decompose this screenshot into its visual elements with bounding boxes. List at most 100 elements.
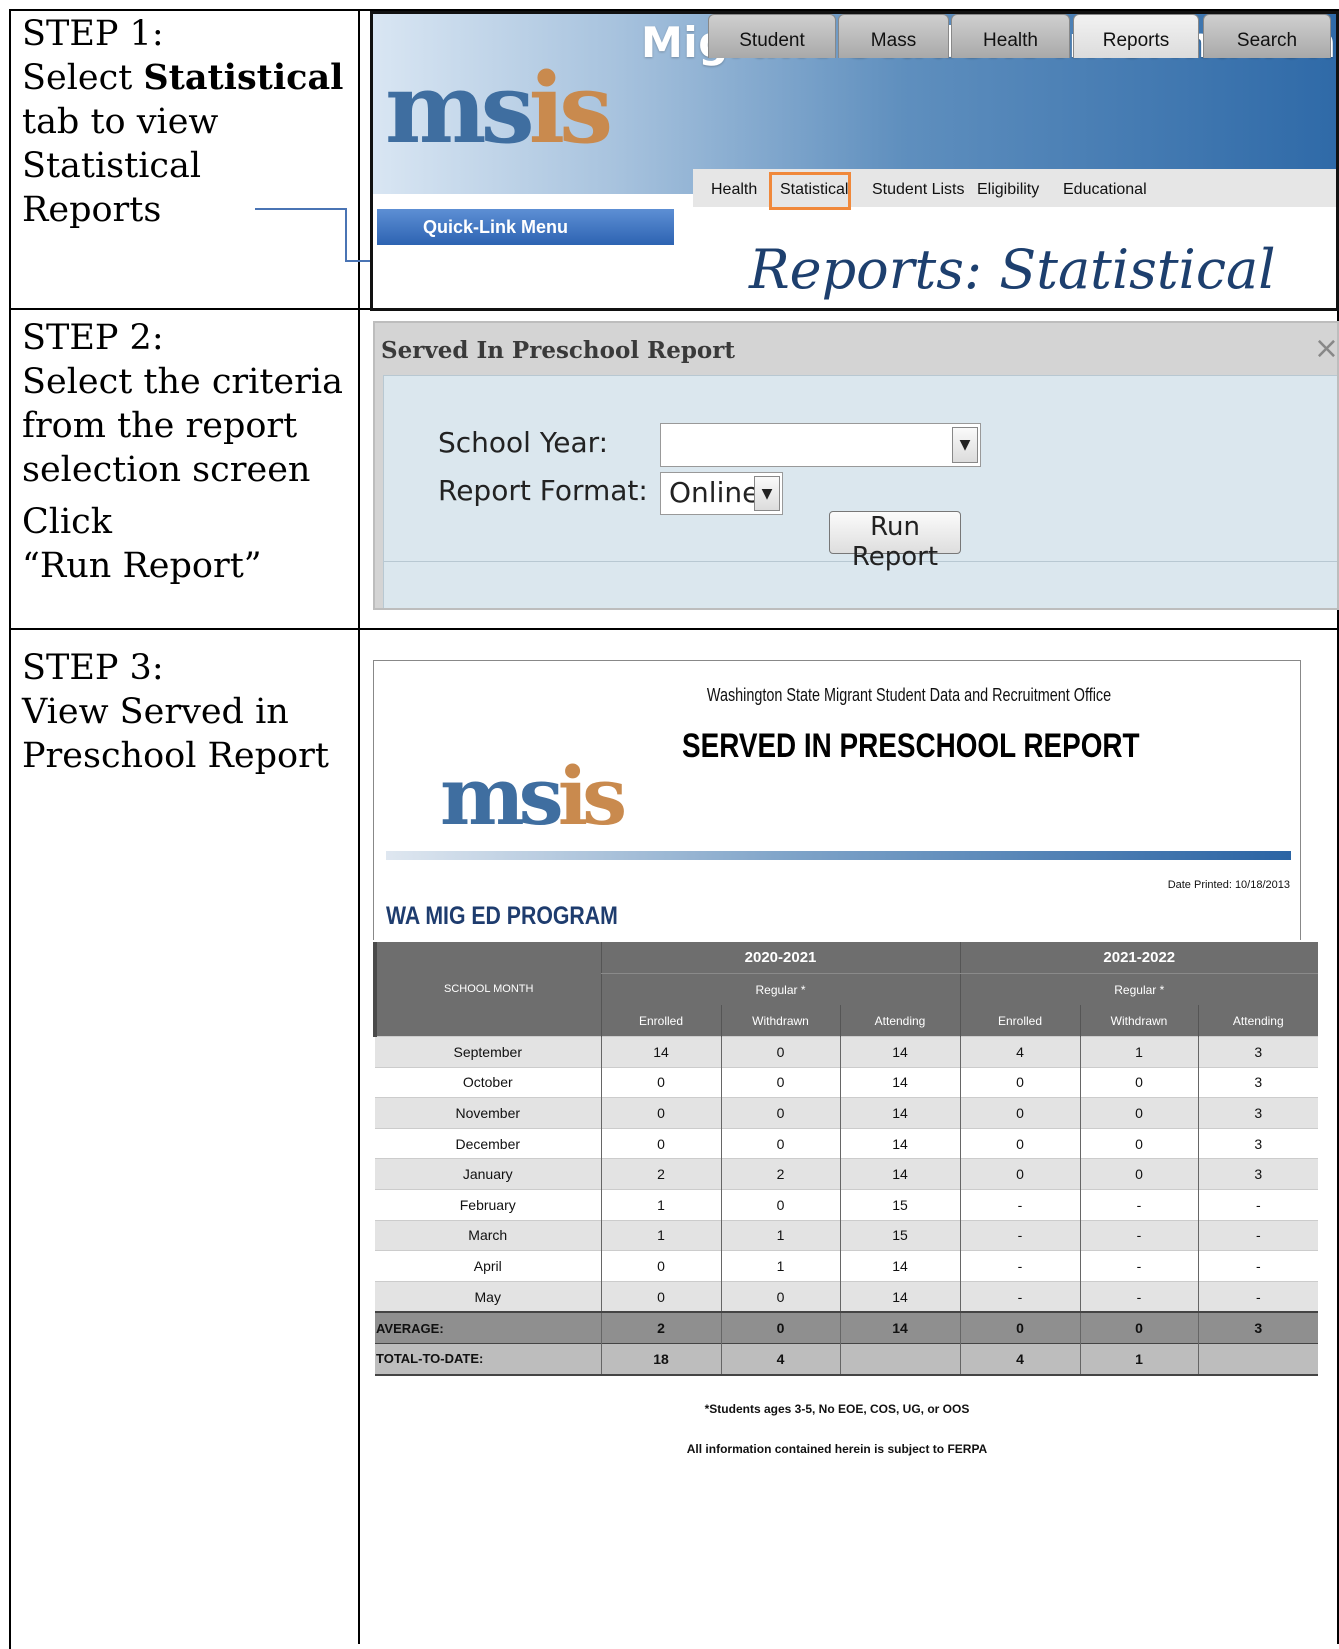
tab-label: Health [983, 30, 1038, 51]
table-row: April 0 1 14- - - [375, 1250, 1319, 1282]
report-table: SCHOOL MONTH 2020-2021 2021-2022 Regular… [373, 942, 1319, 1376]
month-header: SCHOOL MONTH [373, 942, 601, 1037]
table-cell: 0 [720, 1066, 840, 1098]
table-cell: 0 [959, 1066, 1081, 1098]
table-cell: 14 [839, 1250, 961, 1282]
subtab-eligibility[interactable]: Eligibility [977, 181, 1039, 199]
table-cell [1197, 1342, 1319, 1376]
table-cell: - [1197, 1280, 1319, 1313]
table-cell: 15 [839, 1188, 961, 1221]
table-row: May 0 0 14- - - [375, 1280, 1319, 1313]
statistical-highlight [769, 172, 851, 210]
date-printed: Date Printed: 10/18/2013 [1167, 879, 1290, 891]
step2-instructions: STEP 2: Select the criteria from the rep… [22, 316, 343, 588]
report-title: SERVED IN PRESCHOOL REPORT [682, 727, 1140, 765]
table-cell: 0 [1079, 1097, 1199, 1129]
table-row: November 0 0 14 0 0 3 [375, 1097, 1319, 1129]
table-cell: - [1079, 1219, 1199, 1251]
withdrawn-header: Withdrawn [1079, 1005, 1199, 1037]
table-cell: 0 [720, 1097, 840, 1129]
table-row: January 2 2 14 0 0 3 [375, 1158, 1319, 1190]
step3-instructions: STEP 3: View Served in Preschool Report [22, 646, 329, 778]
step2-run: “Run Report” [22, 546, 262, 586]
tab-reports[interactable]: Reports [1073, 14, 1199, 58]
table-cell: 2 [600, 1158, 721, 1190]
table-cell: 3 [1197, 1158, 1319, 1190]
chevron-down-icon[interactable]: ▼ [754, 476, 780, 511]
table-cell: 18 [600, 1342, 721, 1376]
report-header: msis Washington State Migrant Student Da… [373, 660, 1301, 940]
table-cell: 0 [959, 1311, 1081, 1344]
regular-header: Regular * [600, 973, 961, 1005]
subtab-student-lists[interactable]: Student Lists [872, 181, 965, 199]
subtab-educational[interactable]: Educational [1063, 181, 1147, 199]
table-cell: - [959, 1250, 1081, 1282]
report-org: Washington State Migrant Student Data an… [706, 685, 1112, 705]
table-cell: 4 [959, 1036, 1081, 1068]
table-cell: 0 [600, 1066, 721, 1098]
row-label: March [375, 1219, 601, 1251]
tab-student[interactable]: Student [708, 14, 836, 58]
table-cell: 1 [600, 1219, 721, 1251]
table-cell: 1 [720, 1250, 840, 1282]
step3-label: STEP 3: [22, 648, 164, 688]
quick-link-menu[interactable]: Quick-Link Menu [377, 209, 674, 245]
table-cell: 3 [1197, 1066, 1319, 1098]
table-row: March 1 1 15- - - [375, 1219, 1319, 1251]
tab-mass[interactable]: Mass [838, 14, 949, 58]
table-cell: - [1079, 1188, 1199, 1221]
withdrawn-header: Withdrawn [720, 1005, 840, 1037]
regular-header: Regular * [959, 973, 1319, 1005]
table-cell: 14 [839, 1066, 961, 1098]
school-year-select[interactable]: ▼ [660, 423, 981, 467]
table-cell: 15 [839, 1219, 961, 1251]
table-row: February 1 0 15- - - [375, 1188, 1319, 1221]
tab-label: Student [739, 30, 805, 51]
report-gradient-bar [386, 851, 1291, 860]
table-cell: 0 [1079, 1066, 1199, 1098]
attending-header: Attending [839, 1005, 961, 1037]
report-format-label: Report Format: [438, 474, 648, 507]
step2-text: Select the criteria [22, 362, 343, 402]
chevron-down-icon[interactable]: ▼ [952, 427, 978, 463]
table-cell: 14 [839, 1127, 961, 1159]
step3-text: View Served in [22, 692, 289, 732]
table-cell: 0 [720, 1036, 840, 1068]
table-cell: 0 [600, 1127, 721, 1159]
tab-health[interactable]: Health [951, 14, 1070, 58]
table-cell: 2 [720, 1158, 840, 1190]
table-cell: 14 [600, 1036, 721, 1068]
table-cell: 14 [839, 1158, 961, 1190]
report-format-select[interactable]: Online ▼ [660, 472, 783, 515]
table-cell: 0 [1079, 1158, 1199, 1190]
tab-search[interactable]: Search [1203, 14, 1331, 58]
table-cell: - [959, 1219, 1081, 1251]
table-cell: 0 [600, 1280, 721, 1313]
enrolled-header: Enrolled [959, 1005, 1081, 1037]
table-cell: 0 [720, 1311, 840, 1344]
table-cell: - [1197, 1188, 1319, 1221]
row-label: May [375, 1280, 601, 1313]
program-name: WA MIG ED PROGRAM [386, 902, 618, 930]
row-label: October [375, 1066, 601, 1098]
table-cell: 14 [839, 1036, 961, 1068]
run-report-button[interactable]: Run Report [829, 511, 961, 572]
row-label: December [375, 1127, 601, 1159]
table-cell: 2 [600, 1311, 721, 1344]
table-cell: - [1197, 1219, 1319, 1251]
table-cell: 3 [1197, 1097, 1319, 1129]
subtab-health[interactable]: Health [711, 181, 757, 199]
report-format-value: Online [669, 476, 760, 509]
row-label: January [375, 1158, 601, 1190]
msis-logo: msis [385, 52, 613, 165]
step2-label: STEP 2: [22, 318, 164, 358]
year-header: 2020-2021 [600, 942, 961, 974]
tab-label: Reports [1102, 30, 1170, 51]
table-cell: - [959, 1188, 1081, 1221]
table-cell: 14 [839, 1280, 961, 1313]
close-icon[interactable]: × [1314, 331, 1337, 366]
year-header: 2021-2022 [959, 942, 1319, 974]
dialog-title: Served In Preschool Report [381, 337, 735, 364]
report-table-body: September 14 0 14 4 1 3 October 0 0 14 0 0 3 November 0… [375, 1036, 1319, 1376]
table-cell: 1 [1079, 1036, 1199, 1068]
